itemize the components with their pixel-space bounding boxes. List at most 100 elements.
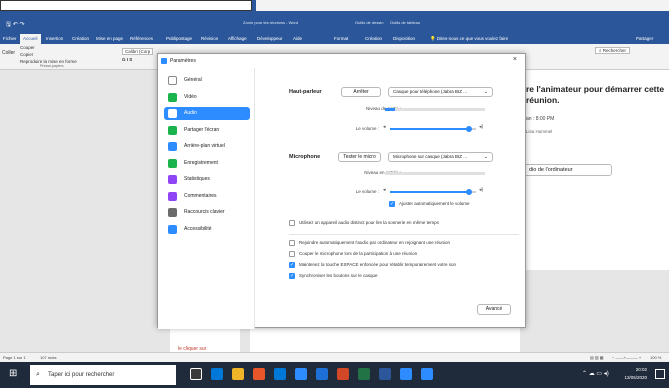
zoom-taskbar-icon-2[interactable] — [421, 368, 433, 380]
tell-me-box[interactable]: 💡 Dites-nous ce que vous voulez faire — [430, 36, 508, 42]
status-page[interactable]: Page 1 sur 1 — [3, 355, 26, 360]
save-icon[interactable]: 🖫 ↶ ↷ — [6, 20, 25, 30]
word-status-bar: Page 1 sur 1 107 mots ▤ ▥ ▦ − ——+——— + 1… — [0, 352, 669, 362]
speaker-volume-knob[interactable] — [466, 126, 473, 132]
stop-speaker-test-button[interactable]: Arrêter — [341, 87, 381, 97]
ribbon-search[interactable]: ⌕ Rechercher — [595, 47, 631, 54]
sidebar-item-keyboard[interactable]: Raccourcis clavier — [164, 206, 250, 219]
drawing-tools-label: Outils de dessin — [355, 20, 384, 25]
checkbox-box[interactable] — [289, 251, 295, 257]
sidebar-item-virtual-background[interactable]: Arrière-plan virtuel — [164, 140, 250, 153]
zoom-slider[interactable]: − ——+——— + — [612, 355, 641, 360]
zoom-taskbar-icon[interactable] — [400, 368, 412, 380]
taskbar-search-input[interactable]: ⌕ Taper ici pour rechercher — [30, 365, 176, 385]
speaker-device-value: Casque pour téléphone (Jabra BIZ ... — [393, 89, 468, 94]
checkbox-box[interactable] — [289, 240, 295, 246]
speaker-volume-fill — [390, 128, 470, 130]
keyboard-icon — [168, 208, 177, 217]
bold-italic-underline[interactable]: G I S — [122, 57, 132, 62]
copy-button[interactable]: Copier — [20, 52, 33, 57]
sidebar-item-recording[interactable]: Enregistrement — [164, 157, 250, 170]
tab-format[interactable]: Format — [334, 36, 348, 41]
checkbox-box[interactable] — [289, 220, 295, 226]
task-view-icon[interactable] — [190, 368, 202, 380]
tab-insertion[interactable]: Insertion — [46, 36, 63, 41]
search-icon: ⌕ — [36, 371, 40, 378]
speaker-volume-slider[interactable] — [390, 126, 476, 132]
store-icon[interactable] — [274, 368, 286, 380]
word-icon[interactable] — [379, 368, 391, 380]
close-icon[interactable]: × — [513, 56, 517, 63]
font-name-select[interactable]: Calibri (Corp — [122, 48, 154, 55]
sidebar-item-label: Audio — [184, 110, 197, 116]
tab-publipostage[interactable]: Publipostage — [166, 36, 192, 41]
tab-aide[interactable]: Aide — [293, 36, 302, 41]
computer-audio-button[interactable]: dio de l'ordinateur — [522, 164, 612, 176]
speaker-device-select[interactable]: Casque pour téléphone (Jabra BIZ ... ⌄ — [388, 87, 493, 97]
advanced-button[interactable]: Avancé — [477, 304, 511, 315]
sidebar-item-statistics[interactable]: Statistiques — [164, 173, 250, 186]
recording-icon — [168, 158, 177, 168]
edge-icon[interactable] — [211, 368, 223, 380]
settings-dialog: Paramètres × Général Vidéo Audio Partager l… — [157, 53, 526, 329]
test-mic-button[interactable]: Tester le micro — [338, 152, 381, 162]
zoom-heading: re l'animateur pour démarrer cette réuni… — [526, 84, 665, 105]
status-zoom[interactable]: 100 % — [650, 355, 661, 360]
mute-on-join-checkbox[interactable]: Couper le microphone lors de la particip… — [289, 251, 519, 259]
mic-volume-slider[interactable] — [390, 189, 476, 195]
sidebar-item-general[interactable]: Général — [164, 74, 250, 87]
top-gray-box — [256, 0, 669, 11]
speaker-volume-label: Le volume : — [355, 126, 379, 131]
sidebar-item-share-screen[interactable]: Partager l'écran — [164, 124, 250, 137]
tab-fichier[interactable]: Fichier — [3, 36, 17, 41]
checkbox-box[interactable]: ✓ — [289, 262, 295, 268]
tab-creation[interactable]: Création — [72, 36, 89, 41]
top-white-box — [0, 0, 252, 11]
checkbox-box[interactable]: ✓ — [289, 273, 295, 279]
windows-taskbar: ⊞ ⌕ Taper ici pour rechercher ⌃ ☁ ▭ ◂) 2… — [0, 362, 669, 388]
taskbar-clock[interactable]: 20:02 13/05/2020 — [624, 366, 647, 382]
tab-references[interactable]: Références — [130, 36, 153, 41]
auto-adjust-volume-checkbox[interactable]: ✓ Ajuster automatiquement le volume — [389, 201, 519, 209]
powerpoint-icon[interactable] — [337, 368, 349, 380]
windows-start-icon[interactable]: ⊞ — [9, 369, 17, 379]
sidebar-item-label: Arrière-plan virtuel — [184, 143, 225, 149]
auto-join-audio-checkbox[interactable]: Rejoindre automatiquement l'audio par or… — [289, 240, 519, 248]
tab-creation-2[interactable]: Création — [365, 36, 382, 41]
separate-device-checkbox[interactable]: Utilisez un appareil audio distinct pour… — [289, 220, 519, 228]
status-words[interactable]: 107 mots — [40, 355, 56, 360]
excel-icon[interactable] — [358, 368, 370, 380]
notification-icon[interactable] — [655, 369, 665, 379]
tab-revision[interactable]: Révision — [201, 36, 218, 41]
sidebar-item-accessibility[interactable]: Accessibilité — [164, 223, 250, 236]
outlook-icon[interactable] — [316, 368, 328, 380]
speaker-label: Haut-parleur — [289, 89, 322, 95]
share-button[interactable]: Partager — [636, 36, 653, 41]
chrome-icon[interactable] — [253, 368, 265, 380]
tab-affichage[interactable]: Affichage — [228, 36, 247, 41]
view-buttons[interactable]: ▤ ▥ ▦ — [590, 355, 604, 360]
microphone-device-select[interactable]: Microphone sur casque (Jabra BIZ ... ⌄ — [388, 152, 493, 162]
mic-volume-knob[interactable] — [466, 189, 473, 195]
cut-button[interactable]: Couper — [20, 45, 35, 50]
taskbar-search-placeholder: Taper ici pour rechercher — [48, 372, 115, 378]
sync-headset-buttons-checkbox[interactable]: ✓ Synchroniser les boutons sur le casque — [289, 273, 519, 281]
paste-button[interactable]: Coller — [2, 50, 15, 56]
space-unmute-checkbox[interactable]: ✓ Maintenez la touche ESPACE enfoncée po… — [289, 262, 519, 270]
input-level-meter — [385, 172, 485, 175]
word-window-title: Zoom pour les réunions - Word — [243, 20, 299, 25]
sidebar-item-label: Raccourcis clavier — [184, 209, 225, 215]
microphone-device-value: Microphone sur casque (Jabra BIZ ... — [393, 154, 468, 159]
checkbox-box[interactable]: ✓ — [389, 201, 395, 207]
sidebar-item-feedback[interactable]: Commentaires — [164, 190, 250, 203]
tab-disposition[interactable]: Disposition — [393, 36, 415, 41]
mail-icon[interactable] — [295, 368, 307, 380]
file-explorer-icon[interactable] — [232, 368, 244, 380]
tab-developpeur[interactable]: Développeur — [257, 36, 283, 41]
tab-mise-en-page[interactable]: Mise en page — [96, 36, 123, 41]
space-unmute-label: Maintenez la touche ESPACE enfoncée pour… — [299, 262, 457, 267]
sidebar-item-headphones[interactable]: Audio — [164, 107, 250, 120]
system-tray-icons[interactable]: ⌃ ☁ ▭ ◂) — [582, 370, 609, 377]
sidebar-item-video[interactable]: Vidéo — [164, 91, 250, 104]
tab-accueil[interactable]: Accueil — [20, 34, 41, 44]
